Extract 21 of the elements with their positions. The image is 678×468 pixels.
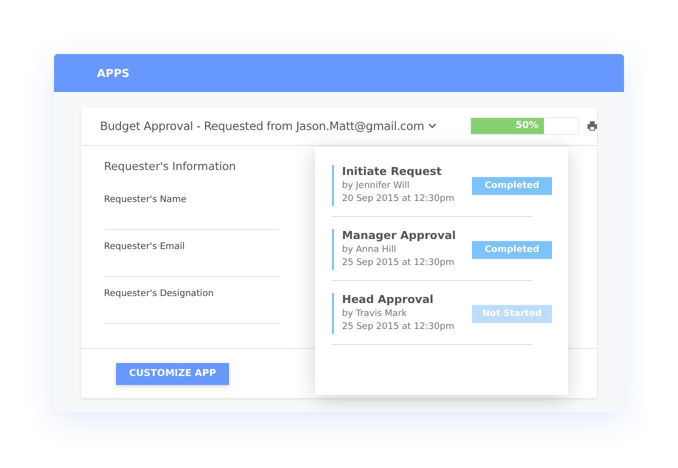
status-badge: Not Started <box>472 304 552 322</box>
step-title: Head Approval <box>342 293 434 306</box>
step-author: by Anna Hill <box>342 244 396 257</box>
request-title[interactable]: Budget Approval - Requested from Jason.Matt@gmail.com <box>100 119 424 133</box>
progress-label: 50% <box>514 119 540 133</box>
step-date: 25 Sep 2015 at 12:30pm <box>342 257 454 270</box>
step-title: Manager Approval <box>342 229 456 242</box>
step-author: by Travis Mark <box>342 308 407 321</box>
header-title: APPS <box>97 66 130 80</box>
field-label: Requester's Name <box>104 195 186 205</box>
step-title: Initiate Request <box>342 165 442 178</box>
step-author: by Jennifer Will <box>342 180 410 193</box>
chevron-down-icon[interactable] <box>428 123 437 129</box>
section-heading: Requester's Information <box>104 160 236 173</box>
step-date: 20 Sep 2015 at 12:30pm <box>342 193 454 206</box>
field-label: Requester's Email <box>104 242 185 252</box>
field-label: Requester's Designation <box>104 289 214 299</box>
step-date: 25 Sep 2015 at 12:30pm <box>342 321 454 334</box>
status-badge: Completed <box>472 240 552 258</box>
printer-icon[interactable] <box>586 121 597 131</box>
status-badge: Completed <box>472 176 552 194</box>
